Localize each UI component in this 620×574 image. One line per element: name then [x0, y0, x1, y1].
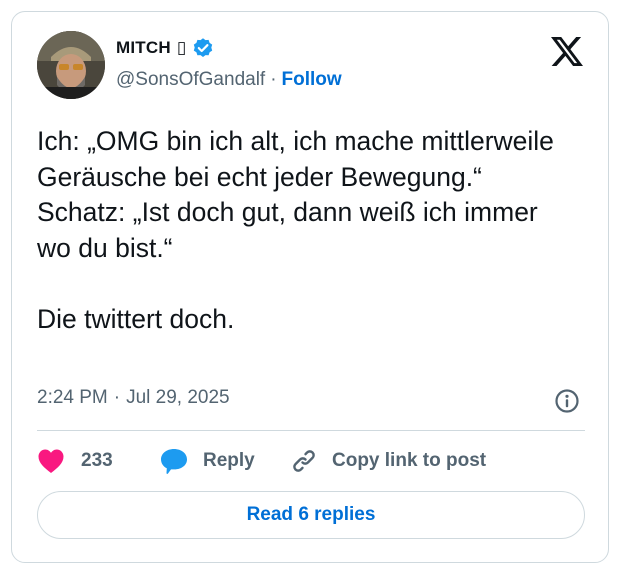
author-display-name[interactable]: MITCH	[116, 38, 171, 58]
copy-link-button[interactable]: Copy link to post	[290, 446, 486, 476]
like-button[interactable]: 233	[37, 446, 113, 476]
timestamp-separator: ·	[113, 387, 121, 408]
info-icon[interactable]	[554, 388, 580, 414]
author-name-row[interactable]: MITCH ▯	[116, 35, 214, 61]
reply-label: Reply	[203, 450, 255, 471]
handle-row: @SonsOfGandalf · Follow	[116, 69, 342, 91]
author-name-glyph: ▯	[176, 38, 187, 57]
copy-link-label: Copy link to post	[332, 450, 487, 471]
tweet-text: Ich: „OMG bin ich alt, ich mache mittler…	[37, 126, 554, 334]
author-handle[interactable]: @SonsOfGandalf	[116, 69, 265, 91]
link-icon	[290, 447, 318, 475]
read-replies-label: Read 6 replies	[246, 504, 376, 525]
handle-separator: ·	[270, 69, 277, 90]
tweet-date[interactable]: Jul 29, 2025	[126, 387, 230, 409]
reply-button[interactable]: Reply	[159, 446, 255, 476]
read-replies-button[interactable]: Read 6 replies	[37, 491, 585, 539]
avatar[interactable]	[37, 31, 105, 99]
tweet-card: MITCH ▯ @SonsOfGandalf · Follow Ich: „OM…	[11, 11, 609, 563]
speech-bubble-icon	[159, 447, 189, 475]
follow-button[interactable]: Follow	[282, 69, 342, 91]
tweet-time[interactable]: 2:24 PM	[37, 387, 108, 409]
x-logo-icon[interactable]	[551, 37, 583, 66]
heart-icon	[37, 448, 65, 474]
tweet-timestamp[interactable]: 2:24 PM · Jul 29, 2025	[37, 387, 230, 409]
like-count: 233	[81, 450, 113, 471]
verified-badge-icon	[192, 37, 214, 59]
divider	[37, 430, 585, 431]
